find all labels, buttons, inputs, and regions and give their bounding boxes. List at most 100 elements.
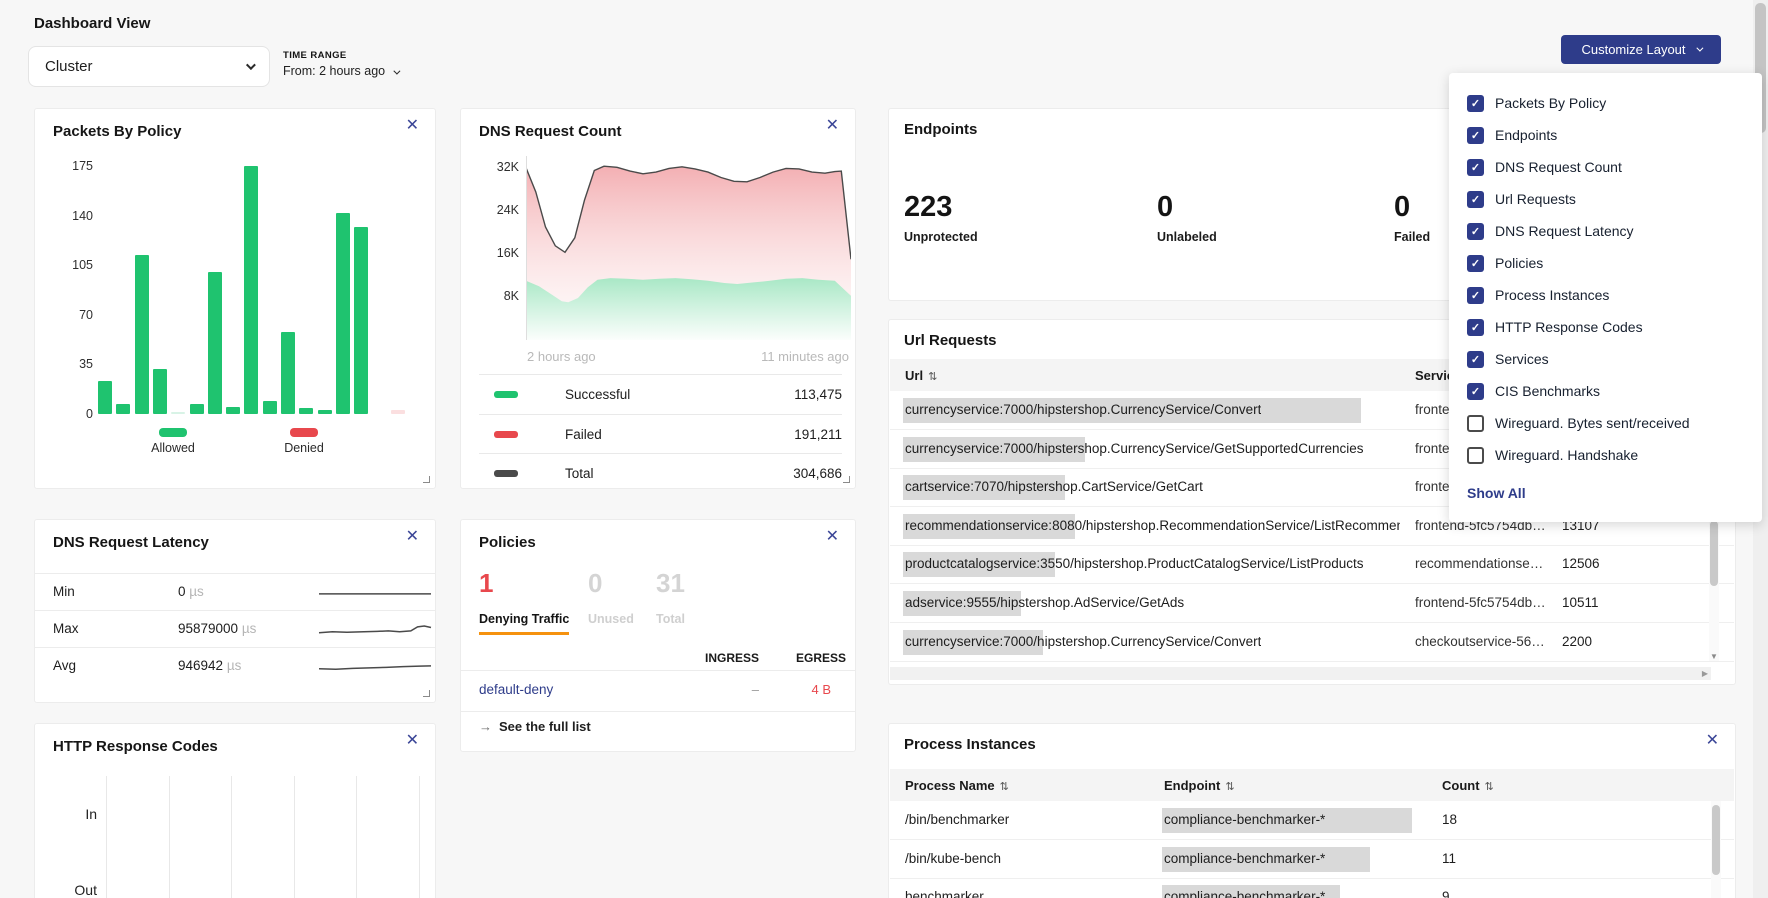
bar: [336, 213, 350, 414]
vertical-scrollbar[interactable]: [1711, 801, 1721, 898]
endpoint-stat: 0 Unlabeled: [1157, 191, 1217, 244]
count-cell: 18: [1442, 812, 1457, 827]
resize-handle[interactable]: [843, 476, 850, 483]
policy-name-link[interactable]: default-deny: [479, 682, 553, 697]
see-full-list-link[interactable]: See the full list: [499, 719, 591, 734]
stat-value: 0: [1394, 191, 1430, 224]
legend-label: Allowed: [133, 441, 213, 455]
close-icon[interactable]: ✕: [406, 529, 419, 545]
menu-item[interactable]: ✓Endpoints: [1449, 119, 1762, 151]
menu-item[interactable]: ✓Packets By Policy: [1449, 87, 1762, 119]
y-tick-label: 70: [59, 308, 93, 322]
stat-label: Failed: [1394, 230, 1430, 244]
checkbox-checked[interactable]: ✓: [1467, 127, 1484, 144]
close-icon[interactable]: ✕: [826, 118, 839, 134]
endpoint-stat: 0 Failed: [1394, 191, 1430, 244]
customize-layout-button[interactable]: Customize Layout: [1561, 35, 1721, 64]
menu-item[interactable]: ✓Process Instances: [1449, 279, 1762, 311]
checkbox-checked[interactable]: ✓: [1467, 191, 1484, 208]
ingress-value: –: [699, 682, 759, 697]
checkbox-checked[interactable]: ✓: [1467, 287, 1484, 304]
checkbox-checked[interactable]: ✓: [1467, 159, 1484, 176]
show-all-link[interactable]: Show All: [1467, 485, 1526, 501]
menu-item[interactable]: ✓DNS Request Latency: [1449, 215, 1762, 247]
sort-icon: ⇅: [1485, 781, 1494, 793]
policy-stat-label: Denying Traffic: [479, 612, 569, 626]
view-select[interactable]: Cluster: [28, 46, 270, 87]
menu-item-label: Services: [1495, 351, 1549, 367]
count-cell: 2200: [1562, 634, 1592, 649]
policy-stat-label[interactable]: Total: [656, 612, 685, 626]
stat-value: 0: [1157, 191, 1217, 224]
url-cell: recommendationservice:8080/hipstershop.R…: [905, 518, 1400, 533]
checkbox-checked[interactable]: ✓: [1467, 351, 1484, 368]
scroll-down-arrow[interactable]: ▼: [1709, 652, 1719, 661]
y-tick-label: 105: [59, 258, 93, 272]
stat-label: Unlabeled: [1157, 230, 1217, 244]
time-range-from[interactable]: From: 2 hours ago: [283, 64, 398, 78]
count-cell: 11: [1442, 851, 1456, 866]
menu-item[interactable]: ✓ Services: [1449, 343, 1762, 375]
checkbox-checked[interactable]: ✓: [1467, 319, 1484, 336]
checkbox-checked[interactable]: ✓: [1467, 255, 1484, 272]
close-icon[interactable]: ✕: [406, 118, 419, 134]
panel-process-instances: Process Instances ✕ Process Name⇅ Endpoi…: [888, 723, 1736, 898]
close-icon[interactable]: ✕: [1706, 733, 1719, 749]
panel-title: Process Instances: [904, 736, 1036, 753]
y-tick-label: 8K: [485, 289, 519, 303]
table-row: benchmarkercompliance-benchmarker-*9: [890, 878, 1734, 898]
scrollbar-thumb[interactable]: [1710, 521, 1718, 586]
menu-item[interactable]: ✓Url Requests: [1449, 183, 1762, 215]
chevron-down-icon: [246, 60, 256, 70]
endpoint-cell: compliance-benchmarker-*: [1164, 889, 1325, 898]
endpoint-stat: 223Unprotected: [904, 191, 978, 244]
menu-item[interactable]: ✓CIS Benchmarks: [1449, 375, 1762, 407]
policy-stat-value: 0: [588, 568, 602, 599]
menu-item[interactable]: ✓Policies: [1449, 247, 1762, 279]
legend-swatch: [159, 428, 187, 437]
column-header-url[interactable]: Url⇅: [905, 368, 937, 383]
gridline: [169, 776, 170, 898]
close-icon[interactable]: ✕: [406, 733, 419, 749]
column-header-endpoint[interactable]: Endpoint⇅: [1164, 778, 1235, 793]
latency-row: Max95879000 µs: [35, 611, 435, 648]
menu-item[interactable]: ✓DNS Request Count: [1449, 151, 1762, 183]
checkbox-unchecked[interactable]: [1467, 415, 1484, 432]
table-row: currencyservice:7000/hipstershop.Currenc…: [890, 623, 1734, 662]
y-tick-label: 16K: [485, 246, 519, 260]
sort-icon: ⇅: [1000, 781, 1009, 793]
sort-icon: ⇅: [1225, 781, 1234, 793]
checkbox-checked[interactable]: ✓: [1467, 95, 1484, 112]
scrollbar-thumb[interactable]: [1712, 805, 1720, 875]
table-row: /bin/benchmarkercompliance-benchmarker-*…: [890, 801, 1734, 840]
sparkline: [318, 620, 432, 645]
close-icon[interactable]: ✕: [826, 529, 839, 545]
y-tick-label: 32K: [485, 160, 519, 174]
panel-title: DNS Request Count: [479, 123, 622, 140]
legend-swatch: [494, 391, 518, 398]
checkbox-checked[interactable]: ✓: [1467, 383, 1484, 400]
scroll-right-arrow[interactable]: ▶: [1702, 669, 1708, 678]
panel-title: Packets By Policy: [53, 123, 181, 140]
divider: [461, 711, 855, 712]
policy-stat-label[interactable]: Unused: [588, 612, 634, 626]
time-range: TIME RANGE From: 2 hours ago: [283, 50, 398, 78]
resize-handle[interactable]: [423, 690, 430, 697]
resize-handle[interactable]: [423, 476, 430, 483]
horizontal-scrollbar[interactable]: ▶: [890, 667, 1711, 680]
column-header-process-name[interactable]: Process Name⇅: [905, 778, 1009, 793]
menu-item[interactable]: Wireguard. Bytes sent/received: [1449, 407, 1762, 439]
x-axis-end-label: 11 minutes ago: [761, 349, 849, 364]
checkbox-unchecked[interactable]: [1467, 447, 1484, 464]
service-cell: recommendationse…: [1415, 556, 1543, 571]
bar: [116, 404, 130, 414]
panel-title: HTTP Response Codes: [53, 738, 218, 755]
menu-item[interactable]: Wireguard. Handshake: [1449, 439, 1762, 471]
legend-label: Failed: [565, 427, 794, 442]
latency-unit: µs: [223, 658, 241, 673]
checkbox-checked[interactable]: ✓: [1467, 223, 1484, 240]
column-header-count[interactable]: Count⇅: [1442, 778, 1494, 793]
menu-item[interactable]: ✓HTTP Response Codes: [1449, 311, 1762, 343]
bar: [153, 369, 167, 414]
chevron-down-icon: [1696, 45, 1703, 52]
